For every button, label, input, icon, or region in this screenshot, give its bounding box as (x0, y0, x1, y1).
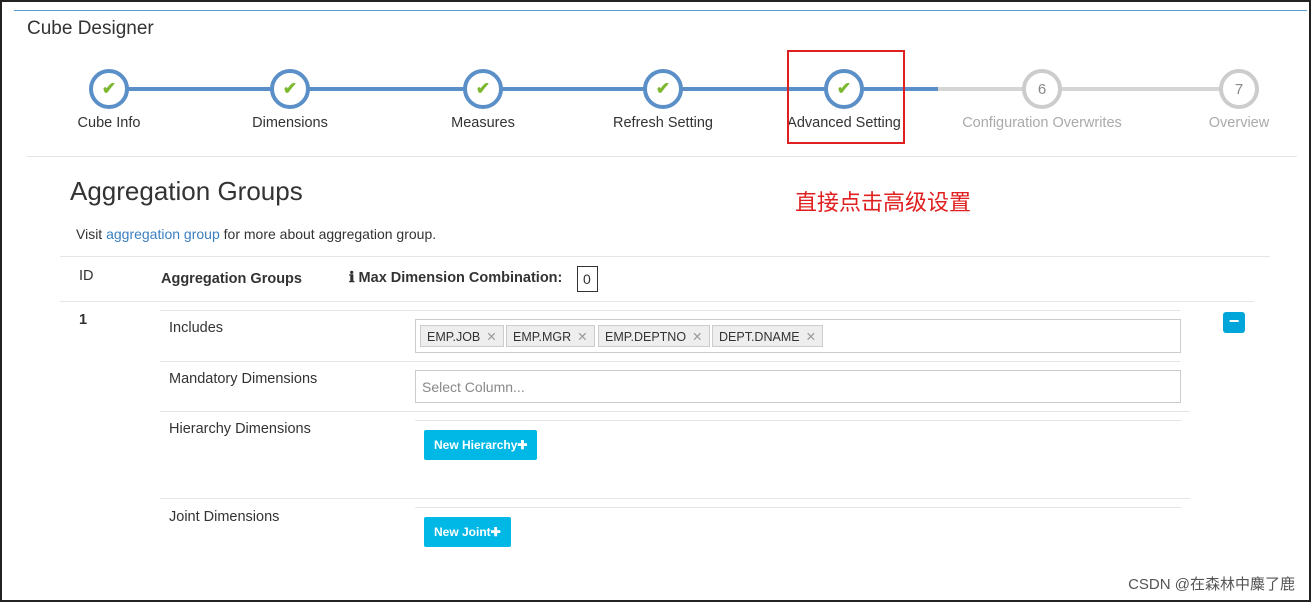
new-joint-button[interactable]: New Joint✚ (424, 517, 511, 547)
tag-label: EMP.DEPTNO (605, 330, 687, 344)
max-dimension-text: Max Dimension Combination: (358, 270, 563, 286)
visit-suffix: for more about aggregation group. (219, 226, 437, 242)
mandatory-dimensions-input[interactable]: Select Column... (415, 370, 1181, 403)
divider (415, 507, 1181, 508)
step-label[interactable]: Cube Info (78, 115, 141, 131)
info-icon: ℹ︎ (349, 270, 359, 286)
watermark: CSDN @在森林中麋了鹿 (1128, 576, 1295, 593)
divider (60, 301, 1254, 302)
joint-dimensions-label: Joint Dimensions (169, 509, 280, 525)
remove-tag-icon[interactable]: ✕ (692, 330, 702, 344)
visit-prefix: Visit (76, 226, 107, 242)
include-tag: EMP.MGR ✕ (506, 325, 595, 347)
divider (160, 361, 1180, 362)
divider (415, 420, 1181, 421)
divider (160, 498, 1190, 499)
step-label[interactable]: Measures (451, 115, 515, 131)
step-label[interactable]: Configuration Overwrites (962, 115, 1122, 131)
new-hierarchy-button[interactable]: New Hierarchy✚ (424, 430, 538, 460)
divider (60, 256, 1270, 257)
include-tag: EMP.DEPTNO ✕ (598, 325, 710, 347)
remove-tag-icon[interactable]: ✕ (577, 330, 587, 344)
includes-input[interactable]: EMP.JOB ✕ EMP.MGR ✕ EMP.DEPTNO ✕ DEPT.DNAME ✕ (415, 319, 1181, 353)
visit-text: Visit aggregation group for more about a… (76, 226, 436, 242)
remove-tag-icon[interactable]: ✕ (806, 330, 816, 344)
step-4[interactable]: ✔ (643, 69, 683, 109)
group-id: 1 (79, 312, 88, 328)
includes-label: Includes (169, 320, 224, 336)
tag-label: DEPT.DNAME (719, 330, 800, 344)
include-tag: EMP.JOB ✕ (420, 325, 504, 347)
check-icon: ✔ (475, 79, 491, 98)
highlight-box (787, 50, 905, 144)
annotation-text: 直接点击高级设置 (795, 190, 972, 215)
col-groups-header: Aggregation Groups (161, 271, 302, 287)
step-label[interactable]: Overview (1209, 115, 1269, 131)
step-number: 6 (1037, 80, 1047, 98)
check-icon: ✔ (655, 79, 671, 98)
step-label[interactable]: Dimensions (252, 115, 328, 131)
col-id-header: ID (79, 268, 94, 284)
step-7[interactable]: 7 (1219, 69, 1259, 109)
remove-group-button[interactable]: − (1223, 312, 1245, 333)
hierarchy-dimensions-label: Hierarchy Dimensions (169, 421, 311, 437)
check-icon: ✔ (101, 79, 117, 98)
divider (27, 156, 1297, 157)
divider (160, 310, 1180, 311)
step-1[interactable]: ✔ (89, 69, 129, 109)
tag-label: EMP.JOB (427, 330, 481, 344)
plus-icon: ✚ (517, 438, 528, 452)
mandatory-dimensions-label: Mandatory Dimensions (169, 371, 318, 387)
plus-icon: ✚ (490, 525, 501, 539)
divider (160, 411, 1190, 412)
step-6[interactable]: 6 (1022, 69, 1062, 109)
remove-tag-icon[interactable]: ✕ (486, 330, 496, 344)
max-dimension-label: ℹ︎ Max Dimension Combination: (349, 270, 562, 286)
page-title: Cube Designer (27, 18, 154, 39)
new-joint-label: New Joint (434, 525, 491, 539)
include-tag: DEPT.DNAME ✕ (712, 325, 824, 347)
step-number: 7 (1234, 80, 1244, 98)
section-title: Aggregation Groups (70, 176, 303, 206)
step-label[interactable]: Refresh Setting (613, 115, 713, 131)
step-3[interactable]: ✔ (463, 69, 503, 109)
max-dimension-input[interactable]: 0 (577, 266, 598, 292)
stepper-remaining-line (938, 87, 1239, 91)
step-2[interactable]: ✔ (270, 69, 310, 109)
tag-label: EMP.MGR (513, 330, 572, 344)
aggregation-group-link[interactable]: aggregation group (106, 226, 220, 242)
new-hierarchy-label: New Hierarchy (434, 438, 518, 452)
check-icon: ✔ (282, 79, 298, 98)
